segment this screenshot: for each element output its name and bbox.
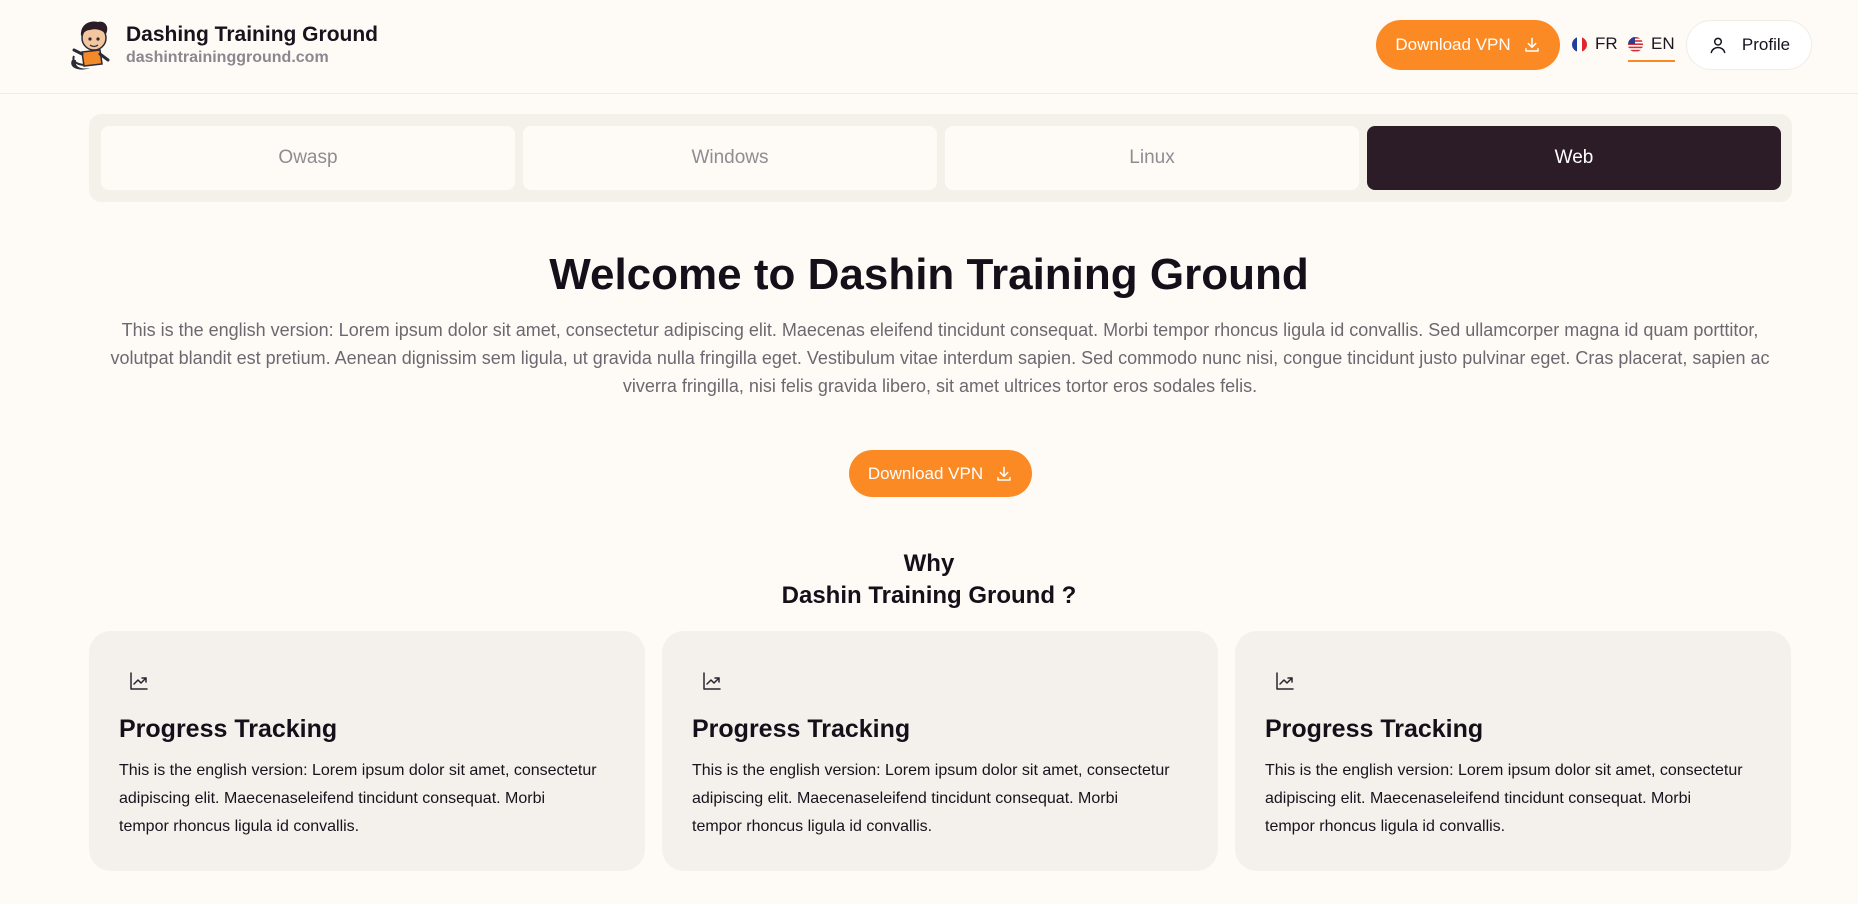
feature-card-text: This is the english version: Lorem ipsum… <box>119 762 597 835</box>
tab-owasp[interactable]: Owasp <box>101 126 515 190</box>
download-icon <box>995 465 1013 483</box>
tab-web[interactable]: Web <box>1367 126 1781 190</box>
download-vpn-label: Download VPN <box>867 463 984 483</box>
language-fr[interactable]: FR <box>1572 34 1618 54</box>
brand[interactable]: Dashing Training Ground dashintraininggr… <box>66 16 378 74</box>
trending-up-icon <box>130 672 148 690</box>
feature-card: Progress Tracking This is the english ve… <box>1235 631 1791 871</box>
user-icon <box>1708 35 1728 55</box>
feature-card-title: Progress Tracking <box>119 715 338 743</box>
us-flag-icon <box>1628 36 1643 52</box>
feature-card-text: This is the english version: Lorem ipsum… <box>692 762 1170 835</box>
download-vpn-label: Download VPN <box>1395 35 1511 54</box>
language-en[interactable]: EN <box>1628 34 1675 62</box>
feature-card: Progress Tracking This is the english ve… <box>662 631 1218 871</box>
brand-url: dashintrainingground.com <box>126 48 329 66</box>
category-tabs: Owasp Windows Linux Web <box>89 114 1792 202</box>
feature-card-title: Progress Tracking <box>1265 715 1484 743</box>
feature-card-text: This is the english version: Lorem ipsum… <box>1265 762 1743 835</box>
header-download-vpn-button[interactable]: Download VPN <box>1376 20 1560 70</box>
hero-download-vpn-button[interactable]: Download VPN <box>849 450 1032 497</box>
top-header: Dashing Training Ground dashintraininggr… <box>0 0 1858 94</box>
why-heading-line1: Why <box>903 550 955 577</box>
language-fr-label: FR <box>1595 34 1618 53</box>
trending-up-icon <box>1276 672 1294 690</box>
download-icon <box>1523 36 1541 54</box>
profile-label: Profile <box>1741 35 1791 54</box>
language-en-label: EN <box>1651 34 1675 53</box>
tab-windows[interactable]: Windows <box>523 126 937 190</box>
feature-card-title: Progress Tracking <box>692 715 911 743</box>
why-heading: Why Dashin Training Ground ? <box>0 548 1858 612</box>
france-flag-icon <box>1572 36 1587 52</box>
why-heading-line2: Dashin Training Ground ? <box>781 582 1077 609</box>
tab-linux[interactable]: Linux <box>945 126 1359 190</box>
brand-title: Dashing Training Ground <box>126 22 378 46</box>
trending-up-icon <box>703 672 721 690</box>
brand-logo-icon <box>71 21 110 70</box>
hero-description: This is the english version: Lorem ipsum… <box>110 320 1770 396</box>
profile-button[interactable]: Profile <box>1686 20 1812 70</box>
hero-title: Welcome to Dashin Training Ground <box>549 250 1309 299</box>
feature-card: Progress Tracking This is the english ve… <box>89 631 645 871</box>
